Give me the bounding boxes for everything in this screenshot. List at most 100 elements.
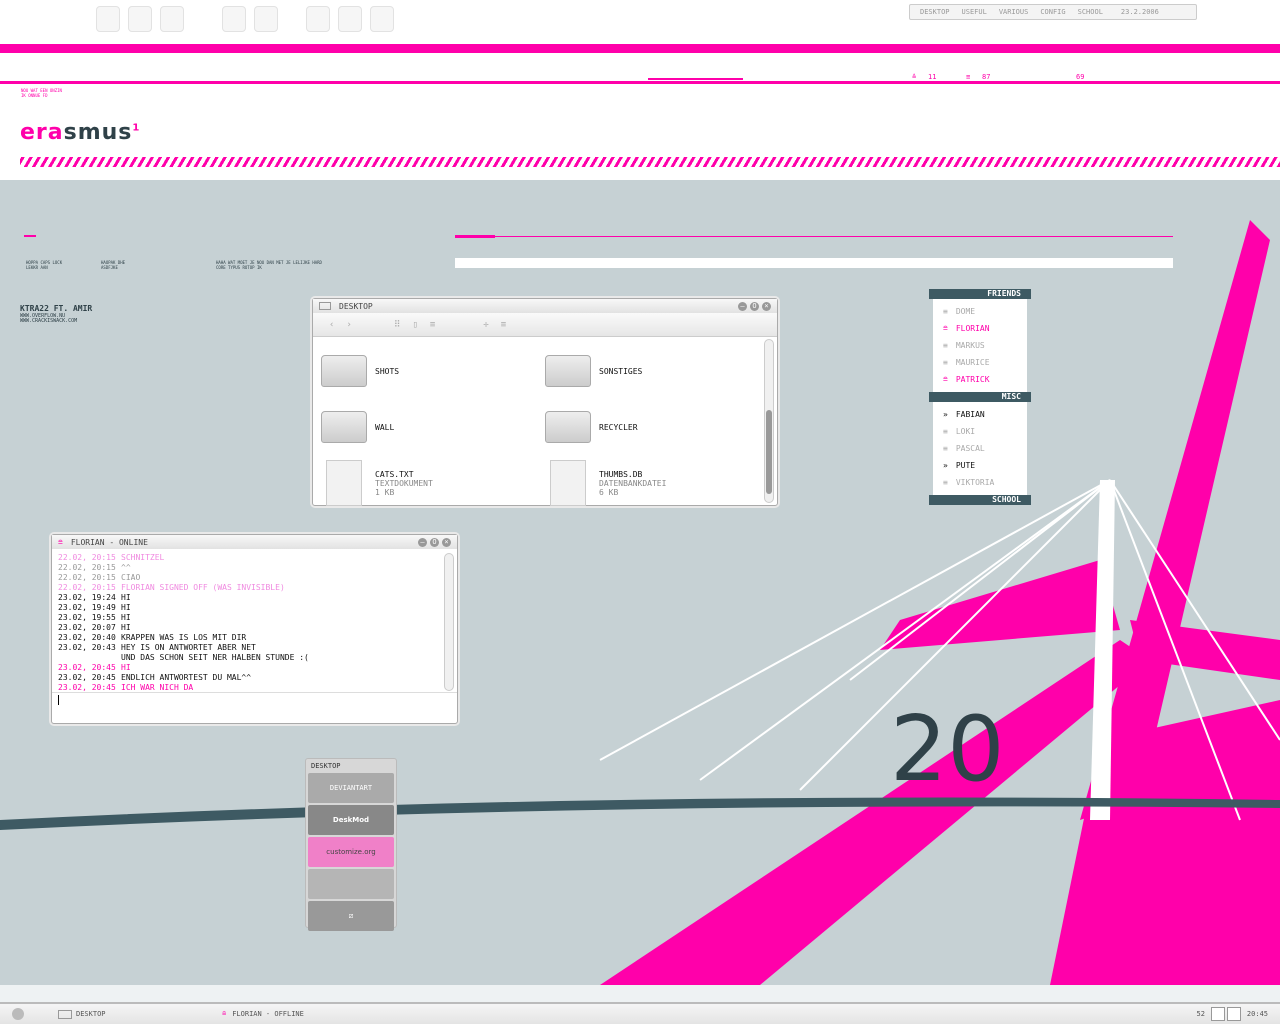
close-button[interactable]: ×	[762, 301, 771, 311]
note-1: HOPPA CAPS LOCK LEKKR AAN	[26, 260, 63, 270]
maximize-button[interactable]: o	[430, 537, 439, 547]
chat-titlebar[interactable]: ≘ Florian - online – o ×	[52, 535, 457, 549]
buddy-item[interactable]: ≡ Maurice	[933, 354, 1027, 371]
chat-message: 22.02, 20:15 ^^	[58, 563, 451, 573]
file-item[interactable]: cats.txt Textdokument 1 KB	[321, 455, 545, 511]
message-text: hey is on antwortet aber net	[121, 643, 256, 652]
message-text: krappen was is los mit dir	[121, 633, 247, 642]
message-text: hi	[121, 603, 131, 612]
move-icon[interactable]: ✛	[483, 320, 488, 330]
link-deskmod[interactable]: DeskMod	[308, 805, 394, 835]
chat-scrollbar[interactable]	[444, 553, 454, 691]
tray-icon[interactable]	[1210, 1007, 1225, 1021]
start-button[interactable]	[12, 1008, 24, 1020]
link-thumbnail[interactable]	[308, 869, 394, 899]
cd-icon[interactable]	[306, 6, 330, 32]
chat-input[interactable]	[52, 693, 457, 721]
file-grid: Shots Sonstiges Wall Recycler cats.txt Textdo…	[313, 337, 777, 517]
pink-bar	[0, 44, 1280, 53]
minimize-button[interactable]: –	[418, 537, 427, 547]
back-icon[interactable]: ‹	[329, 320, 334, 330]
link-deviantart[interactable]: DEVIANTART	[308, 773, 394, 803]
buddy-item[interactable]: ≘ Florian	[933, 320, 1027, 337]
status-icon: »	[943, 410, 948, 419]
chat-message: 23.02, 19:55 hi	[58, 613, 451, 623]
group-header[interactable]: Misc	[929, 392, 1031, 402]
window-title: Desktop	[339, 301, 373, 311]
buddy-name: Pascal	[955, 444, 985, 453]
taskbar: Desktop ≘ Florian - offline 52 20:45	[0, 1002, 1280, 1024]
progress-mark	[648, 78, 743, 80]
message-text: endlich antwortest du mal^^	[121, 673, 252, 682]
nav-config[interactable]: Config	[1040, 8, 1065, 16]
document-icon	[326, 460, 362, 506]
forward-icon[interactable]: ›	[346, 320, 351, 330]
buddy-item[interactable]: ≡ Markus	[933, 337, 1027, 354]
top-panel	[0, 0, 1280, 180]
buddy-name: Patrick	[955, 375, 990, 384]
buddy-item[interactable]: » Pute	[933, 457, 1027, 474]
link-customize[interactable]: customize.org	[308, 837, 394, 867]
buddy-name: Loki	[955, 427, 976, 436]
chat-message: und das schon seit ner halben stunde :(	[58, 653, 451, 663]
drive-icon[interactable]	[222, 6, 246, 32]
x-icon[interactable]	[96, 6, 120, 32]
link-thumbnail[interactable]: ⧄	[308, 901, 394, 931]
message-time: 22.02, 20:15	[58, 553, 116, 562]
icons-view-icon[interactable]: ⠿	[394, 320, 401, 330]
upload-stat: 11	[928, 73, 937, 81]
group-header[interactable]: School	[929, 495, 1031, 505]
pin-icon[interactable]	[370, 6, 394, 32]
buddy-item[interactable]: ≡ Loki	[933, 423, 1027, 440]
file-item[interactable]: Recycler	[545, 399, 769, 455]
message-time: 23.02, 20:43	[58, 643, 116, 652]
gear-icon[interactable]	[338, 6, 362, 32]
can-icon[interactable]	[254, 6, 278, 32]
task-chat[interactable]: ≘ Florian - offline	[222, 1010, 304, 1018]
network-icon[interactable]	[1226, 1007, 1241, 1021]
hatch-stripe	[20, 157, 1280, 167]
buddy-name: Florian	[955, 324, 990, 333]
nav-desktop[interactable]: Desktop	[920, 8, 950, 16]
chat-message: 22.02, 20:15 Florian signed off (was invi…	[58, 583, 451, 593]
credit-link-2[interactable]: WWW.CRACKISWACK.COM	[20, 319, 77, 324]
minimize-button[interactable]: –	[738, 301, 747, 311]
accent-dash	[24, 235, 36, 237]
nav-various[interactable]: Various	[999, 8, 1029, 16]
message-text: ^^	[121, 563, 131, 572]
file-item[interactable]: Wall	[321, 399, 545, 455]
message-text: hi	[121, 613, 131, 622]
upload-icon: ≙	[912, 73, 917, 81]
close-button[interactable]: ×	[442, 537, 451, 547]
group-header[interactable]: Friends	[929, 289, 1031, 299]
nav-useful[interactable]: Useful	[962, 8, 987, 16]
explorer-toolbar: ‹ › ⠿ ▯ ≡ ✛ ≡	[313, 313, 777, 337]
ipod-icon[interactable]	[160, 6, 184, 32]
file-item[interactable]: Thumbs.db Datenbankdatei 6 KB	[545, 455, 769, 511]
chat-message: 23.02, 20:45 ich war nich da	[58, 683, 451, 693]
chat-title: Florian - online	[70, 537, 148, 547]
explorer-titlebar[interactable]: Desktop – o ×	[313, 299, 777, 313]
buddy-item[interactable]: » Fabian	[933, 406, 1027, 423]
status-icon: ≡	[943, 444, 948, 453]
document-icon	[550, 460, 586, 506]
buddy-item[interactable]: ≡ Viktoria	[933, 474, 1027, 491]
status-icon: »	[943, 461, 948, 470]
scroll-thumb[interactable]	[766, 410, 772, 494]
buddy-item[interactable]: ≡ Dome	[933, 303, 1027, 320]
task-desktop[interactable]: Desktop	[58, 1009, 208, 1019]
file-type: Textdokument	[375, 478, 433, 488]
logo: erasmus1	[20, 120, 141, 145]
map-icon[interactable]	[128, 6, 152, 32]
tiles-view-icon[interactable]: ▯	[412, 320, 417, 330]
download-icon: ≡	[966, 73, 971, 81]
buddy-item[interactable]: ≘ Patrick	[933, 371, 1027, 388]
file-item[interactable]: Shots	[321, 343, 545, 399]
sort-icon[interactable]: ≡	[501, 320, 506, 330]
maximize-button[interactable]: o	[750, 301, 759, 311]
scrollbar[interactable]	[764, 339, 774, 503]
buddy-item[interactable]: ≡ Pascal	[933, 440, 1027, 457]
list-view-icon[interactable]: ≡	[430, 320, 435, 330]
file-item[interactable]: Sonstiges	[545, 343, 769, 399]
nav-school[interactable]: School	[1078, 8, 1103, 16]
